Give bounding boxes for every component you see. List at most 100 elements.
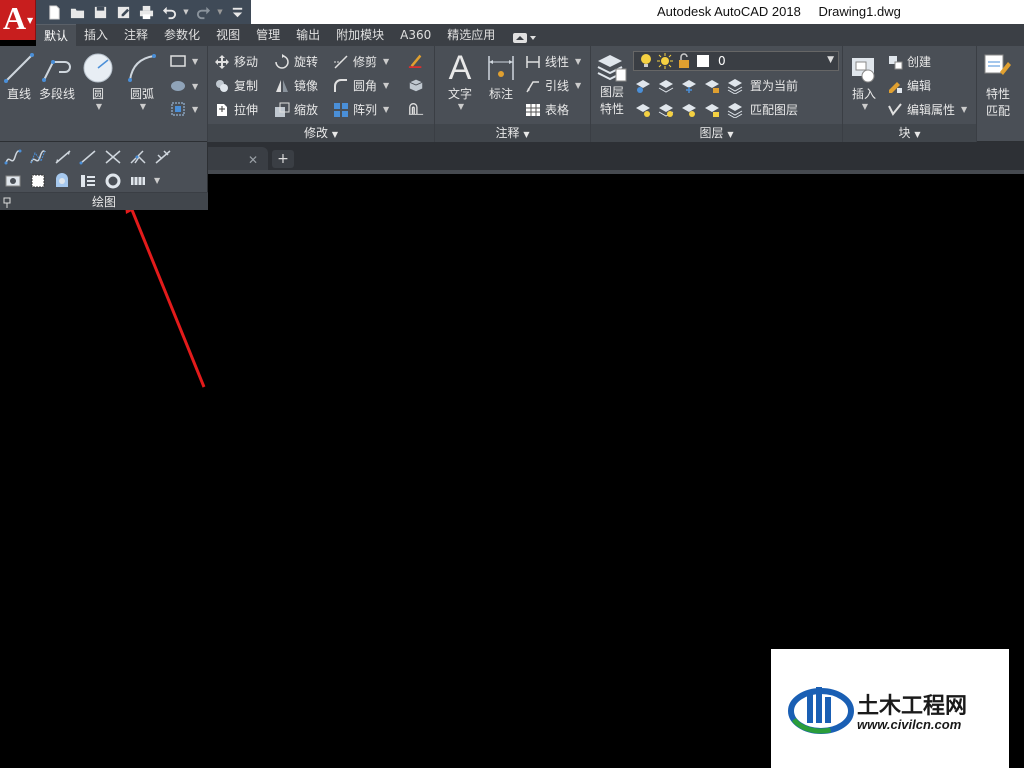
application-menu-button[interactable]: A ▼ xyxy=(0,0,36,40)
arc-button[interactable]: 圆弧 ▼ xyxy=(126,51,158,111)
tab-output[interactable]: 输出 xyxy=(288,24,328,46)
customize-icon[interactable] xyxy=(227,2,247,22)
layer-properties-button[interactable]: 图层 特性 xyxy=(596,51,628,117)
close-icon[interactable]: ✕ xyxy=(248,153,258,167)
layer-unlock-icon[interactable] xyxy=(704,102,720,118)
chevron-down-icon[interactable]: ▼ xyxy=(192,57,198,66)
chevron-down-icon[interactable]: ▼ xyxy=(182,2,190,22)
create-block-button[interactable]: 创建 xyxy=(887,53,931,70)
array-button[interactable]: 阵列 ▼ xyxy=(333,101,389,118)
ribbon-minimize-button[interactable] xyxy=(509,30,539,46)
layer-on-icon[interactable] xyxy=(635,102,651,118)
chevron-down-icon[interactable]: ▼ xyxy=(192,105,198,114)
tab-parametric[interactable]: 参数化 xyxy=(156,24,208,46)
modify-panel-label[interactable]: 修改 ▼ xyxy=(208,124,434,142)
scale-button[interactable]: 缩放 xyxy=(274,101,318,118)
file-tab-drawing1[interactable]: ✕ xyxy=(208,147,268,172)
donut-icon[interactable] xyxy=(102,170,123,191)
circle-button[interactable]: 圆 ▼ xyxy=(82,51,114,111)
mirror-button[interactable]: 镜像 xyxy=(274,77,318,94)
copy-button[interactable]: 复制 xyxy=(214,77,258,94)
layer-off-icon[interactable] xyxy=(635,78,651,94)
chevron-down-icon[interactable]: ▼ xyxy=(383,105,389,114)
insert-block-button[interactable]: 插入 ▼ xyxy=(848,51,880,111)
new-tab-button[interactable]: + xyxy=(272,150,294,168)
tab-insert[interactable]: 插入 xyxy=(76,24,116,46)
revision-cloud-icon[interactable] xyxy=(2,170,23,191)
match-layer-label[interactable]: 匹配图层 xyxy=(750,101,798,118)
divide-icon[interactable] xyxy=(127,146,148,167)
tab-view[interactable]: 视图 xyxy=(208,24,248,46)
match-properties-button[interactable]: 特性 匹配 xyxy=(982,51,1014,119)
construction-line-icon[interactable] xyxy=(52,146,73,167)
tab-featured-apps[interactable]: 精选应用 xyxy=(439,24,503,46)
layer-lock-icon[interactable] xyxy=(704,78,720,94)
layer-freeze-icon[interactable] xyxy=(681,78,697,94)
chevron-down-icon[interactable]: ▼ xyxy=(458,102,464,111)
chevron-down-icon[interactable]: ▼ xyxy=(96,102,102,111)
open-icon[interactable] xyxy=(67,2,87,22)
chevron-down-icon[interactable]: ▼ xyxy=(961,105,967,114)
new-icon[interactable] xyxy=(44,2,64,22)
tab-annotate[interactable]: 注释 xyxy=(116,24,156,46)
make-current-label[interactable]: 置为当前 xyxy=(750,77,798,94)
chevron-down-icon[interactable]: ▼ xyxy=(575,57,581,66)
layers-panel-label[interactable]: 图层 ▼ xyxy=(591,124,842,142)
chevron-down-icon[interactable]: ▼ xyxy=(154,176,160,185)
tab-addins[interactable]: 附加模块 xyxy=(328,24,392,46)
layer-dropdown[interactable]: 0 ▼ xyxy=(633,51,839,71)
chevron-down-icon[interactable]: ▼ xyxy=(827,55,834,65)
table-button[interactable]: 表格 xyxy=(525,101,569,118)
edit-block-button[interactable]: 编辑 xyxy=(887,77,931,94)
offset-button[interactable] xyxy=(408,101,424,117)
layer-isolate-icon[interactable] xyxy=(658,78,674,94)
ray-icon[interactable] xyxy=(77,146,98,167)
line-button[interactable]: 直线 xyxy=(3,51,35,102)
chevron-down-icon[interactable]: ▼ xyxy=(575,81,581,90)
save-icon[interactable] xyxy=(90,2,110,22)
polyline-button[interactable]: 多段线 xyxy=(39,51,75,102)
hatch-button[interactable]: ▼ xyxy=(170,78,198,94)
tab-a360[interactable]: A360 xyxy=(392,24,439,46)
edit-attributes-button[interactable]: 编辑属性 ▼ xyxy=(887,101,967,118)
boundary-icon[interactable] xyxy=(77,170,98,191)
gradient-icon[interactable] xyxy=(52,170,73,191)
wipeout-icon[interactable] xyxy=(27,170,48,191)
layer-thaw-icon[interactable] xyxy=(681,102,697,118)
tab-manage[interactable]: 管理 xyxy=(248,24,288,46)
region-button[interactable]: ▼ xyxy=(170,101,198,117)
linear-button[interactable]: 线性 ▼ xyxy=(525,53,581,70)
move-button[interactable]: 移动 xyxy=(214,53,258,70)
spline-cv-icon[interactable] xyxy=(27,146,48,167)
polygon-icon[interactable] xyxy=(127,170,148,191)
layer-unisolate-icon[interactable] xyxy=(658,102,674,118)
saveas-icon[interactable] xyxy=(113,2,133,22)
chevron-down-icon[interactable]: ▼ xyxy=(216,2,224,22)
explode-button[interactable] xyxy=(408,77,424,93)
leader-button[interactable]: 引线 ▼ xyxy=(525,77,581,94)
spline-fit-icon[interactable] xyxy=(2,146,23,167)
chevron-down-icon[interactable]: ▼ xyxy=(383,81,389,90)
dimension-button[interactable]: 标注 xyxy=(485,51,517,102)
chevron-down-icon[interactable]: ▼ xyxy=(192,82,198,91)
undo-icon[interactable] xyxy=(159,2,179,22)
redo-icon[interactable] xyxy=(193,2,213,22)
text-button[interactable]: A 文字 ▼ xyxy=(444,51,476,111)
chevron-down-icon[interactable]: ▼ xyxy=(383,57,389,66)
print-icon[interactable] xyxy=(136,2,156,22)
chevron-down-icon[interactable]: ▼ xyxy=(140,102,146,111)
stretch-button[interactable]: 拉伸 xyxy=(214,101,258,118)
block-panel-label[interactable]: 块 ▼ xyxy=(843,124,976,142)
draw-panel-label[interactable]: 绘图 xyxy=(0,192,208,210)
measure-icon[interactable] xyxy=(152,146,173,167)
chevron-down-icon[interactable]: ▼ xyxy=(862,102,868,111)
rotate-button[interactable]: 旋转 xyxy=(274,53,318,70)
annotation-panel-label[interactable]: 注释 ▼ xyxy=(435,124,590,142)
tab-home[interactable]: 默认 xyxy=(36,24,77,46)
pin-icon[interactable] xyxy=(2,195,12,208)
rectangle-button[interactable]: ▼ xyxy=(170,53,198,69)
trim-button[interactable]: 修剪 ▼ xyxy=(333,53,389,70)
erase-button[interactable] xyxy=(408,52,424,68)
multiple-points-icon[interactable] xyxy=(102,146,123,167)
fillet-button[interactable]: 圆角 ▼ xyxy=(333,77,389,94)
